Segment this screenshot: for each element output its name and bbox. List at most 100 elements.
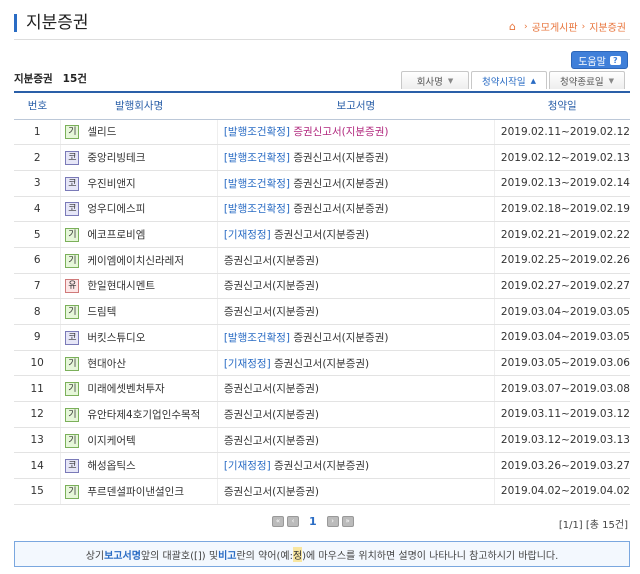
- report-tag[interactable]: [기재정정]: [224, 229, 271, 241]
- table-row[interactable]: 7 유 한일현대시멘트 증권신고서(지분증권) 2019.02.27~2019.02.2…: [14, 273, 630, 300]
- sort-tab-company[interactable]: 회사명 ▼: [401, 71, 469, 89]
- report-link[interactable]: 증권신고서(지분증권): [293, 178, 388, 190]
- report-link[interactable]: 증권신고서(지분증권): [224, 435, 319, 447]
- subscription-period: 2019.03.26~2019.03.27: [493, 452, 630, 480]
- company-cell: 기 셀리드: [60, 119, 218, 146]
- pagination: « ‹ 1 › »: [272, 515, 354, 528]
- company-link[interactable]: 우진비앤지: [87, 178, 135, 190]
- market-badge: 기: [65, 305, 80, 320]
- report-tag[interactable]: [발행조건확정]: [224, 152, 290, 164]
- company-link[interactable]: 버킷스튜디오: [87, 332, 145, 344]
- report-tag[interactable]: [발행조건확정]: [224, 178, 290, 190]
- table-row[interactable]: 5 기 에코프로비엠 [기재정정] 증권신고서(지분증권) 2019.02.21~201…: [14, 221, 630, 248]
- table-row[interactable]: 6 기 케이엠에이치신라레저 증권신고서(지분증권) 2019.02.25~2019.0…: [14, 247, 630, 274]
- market-badge: 코: [65, 151, 80, 166]
- subscription-period: 2019.02.13~2019.02.14: [493, 170, 630, 197]
- report-link[interactable]: 증권신고서(지분증권): [274, 358, 369, 370]
- company-link[interactable]: 한일현대시멘트: [87, 280, 155, 292]
- company-link[interactable]: 이지케어텍: [87, 435, 135, 447]
- last-page-icon[interactable]: »: [341, 516, 354, 527]
- table-row[interactable]: 11 기 미래에셋벤처투자 증권신고서(지분증권) 2019.03.07~2019.03…: [14, 375, 630, 403]
- report-link[interactable]: 증권신고서(지분증권): [293, 203, 388, 215]
- table-row[interactable]: 13 기 이지케어텍 증권신고서(지분증권) 2019.03.12~2019.03.13: [14, 427, 630, 454]
- company-link[interactable]: 해성옵틱스: [87, 460, 135, 472]
- report-tag[interactable]: [기재정정]: [224, 358, 271, 370]
- notice-highlight: 비고: [218, 550, 237, 562]
- company-cell: 기 에코프로비엠: [60, 221, 218, 248]
- report-link[interactable]: 증권신고서(지분증권): [274, 460, 369, 472]
- table-row[interactable]: 9 코 버킷스튜디오 [발행조건확정] 증권신고서(지분증권) 2019.03.04~2…: [14, 324, 630, 351]
- company-link[interactable]: 푸르덴셜파이낸셜인크: [87, 486, 184, 498]
- subscription-period: 2019.02.25~2019.02.26: [493, 247, 630, 274]
- subscription-period: 2019.03.04~2019.03.05: [493, 324, 630, 351]
- report-link[interactable]: 증권신고서(지분증권): [224, 306, 319, 318]
- subscription-period: 2019.03.12~2019.03.13: [493, 427, 630, 454]
- company-link[interactable]: 미래에셋벤처투자: [87, 383, 164, 395]
- report-cell: [발행조건확정] 증권신고서(지분증권): [216, 119, 495, 146]
- report-tag[interactable]: [발행조건확정]: [224, 126, 290, 138]
- row-number: 10: [14, 350, 61, 377]
- table-row[interactable]: 15 기 푸르덴셜파이낸셜인크 증권신고서(지분증권) 2019.04.02~2019.…: [14, 478, 630, 505]
- row-number: 12: [14, 401, 61, 428]
- table-row[interactable]: 4 코 엉우디에스피 [발행조건확정] 증권신고서(지분증권) 2019.02.18~2…: [14, 196, 630, 223]
- market-badge: 기: [65, 356, 80, 371]
- market-badge: 기: [65, 253, 80, 268]
- company-link[interactable]: 중앙리빙테크: [87, 152, 145, 164]
- table-row[interactable]: 1 기 셀리드 [발행조건확정] 증권신고서(지분증권) 2019.02.11~2019…: [14, 119, 630, 146]
- subscription-period: 2019.02.27~2019.02.27: [493, 273, 630, 300]
- table-row[interactable]: 14 코 해성옵틱스 [기재정정] 증권신고서(지분증권) 2019.03.26~201…: [14, 452, 630, 480]
- sort-tab-start-date[interactable]: 청약시작일 ▲: [471, 71, 547, 89]
- report-link[interactable]: 증권신고서(지분증권): [224, 255, 319, 267]
- report-link[interactable]: 증권신고서(지분증권): [224, 383, 319, 395]
- row-number: 2: [14, 144, 61, 171]
- table-row[interactable]: 2 코 중앙리빙테크 [발행조건확정] 증권신고서(지분증권) 2019.02.12~2…: [14, 144, 630, 171]
- report-link[interactable]: 증권신고서(지분증권): [224, 409, 319, 421]
- company-cell: 기 드림텍: [60, 298, 218, 325]
- caret-down-icon: ▼: [447, 76, 454, 85]
- report-cell: [기재정정] 증권신고서(지분증권): [216, 350, 495, 377]
- table-header-row: 번호 발행회사명 보고서명 청약일: [14, 92, 630, 120]
- subscription-period: 2019.03.11~2019.03.12: [493, 401, 630, 428]
- report-cell: [발행조건확정] 증권신고서(지분증권): [216, 324, 495, 351]
- sort-tab-end-date[interactable]: 청약종료일 ▼: [549, 71, 625, 89]
- report-link[interactable]: 증권신고서(지분증권): [224, 280, 319, 292]
- market-badge: 기: [65, 407, 80, 422]
- report-link[interactable]: 증권신고서(지분증권): [293, 152, 388, 164]
- table-row[interactable]: 12 기 유안타제4호기업인수목적 증권신고서(지분증권) 2019.03.11~201…: [14, 401, 630, 428]
- company-link[interactable]: 엉우디에스피: [87, 203, 145, 215]
- report-link[interactable]: 증권신고서(지분증권): [293, 126, 388, 138]
- home-icon[interactable]: ⌂: [509, 21, 520, 32]
- company-link[interactable]: 셀리드: [87, 126, 116, 138]
- company-link[interactable]: 케이엠에이치신라레저: [87, 255, 184, 267]
- notice-text: 상기: [85, 550, 105, 562]
- report-tag[interactable]: [발행조건확정]: [224, 332, 290, 344]
- company-link[interactable]: 드림텍: [87, 306, 116, 318]
- subscription-period: 2019.03.07~2019.03.08: [493, 375, 630, 403]
- notice-text: 란의 약어(예:: [236, 550, 293, 562]
- company-link[interactable]: 현대아산: [87, 358, 126, 370]
- report-link[interactable]: 증권신고서(지분증권): [274, 229, 369, 241]
- breadcrumb: ⌂ › 공모게시판 › 지분증권: [509, 19, 626, 35]
- company-link[interactable]: 유안타제4호기업인수목적: [87, 409, 200, 421]
- report-link[interactable]: 증권신고서(지분증권): [224, 486, 319, 498]
- result-count-value: 15건: [62, 73, 87, 85]
- report-link[interactable]: 증권신고서(지분증권): [293, 332, 388, 344]
- report-cell: [기재정정] 증권신고서(지분증권): [216, 221, 495, 248]
- report-tag[interactable]: [기재정정]: [224, 460, 271, 472]
- next-page-icon[interactable]: ›: [326, 516, 339, 527]
- table-row[interactable]: 3 코 우진비앤지 [발행조건확정] 증권신고서(지분증권) 2019.02.13~20…: [14, 170, 630, 197]
- report-tag[interactable]: [발행조건확정]: [224, 203, 290, 215]
- prev-page-icon[interactable]: ‹: [287, 516, 299, 527]
- table-row[interactable]: 8 기 드림텍 증권신고서(지분증권) 2019.03.04~2019.03.05: [14, 298, 630, 325]
- chevron-right-icon: ›: [523, 21, 528, 32]
- table-row[interactable]: 10 기 현대아산 [기재정정] 증권신고서(지분증권) 2019.03.05~2019…: [14, 350, 630, 377]
- first-page-icon[interactable]: «: [272, 516, 284, 527]
- market-badge: 유: [65, 279, 80, 294]
- market-badge: 기: [65, 433, 80, 448]
- page-number-current[interactable]: 1: [309, 515, 317, 528]
- breadcrumb-item-board[interactable]: 공모게시판: [532, 19, 578, 34]
- help-button[interactable]: 도움말 ?: [571, 51, 628, 69]
- title-bar: 지분증권 ⌂ › 공모게시판 › 지분증권: [14, 12, 630, 40]
- breadcrumb-item-current[interactable]: 지분증권: [589, 19, 626, 34]
- company-link[interactable]: 에코프로비엠: [87, 229, 145, 241]
